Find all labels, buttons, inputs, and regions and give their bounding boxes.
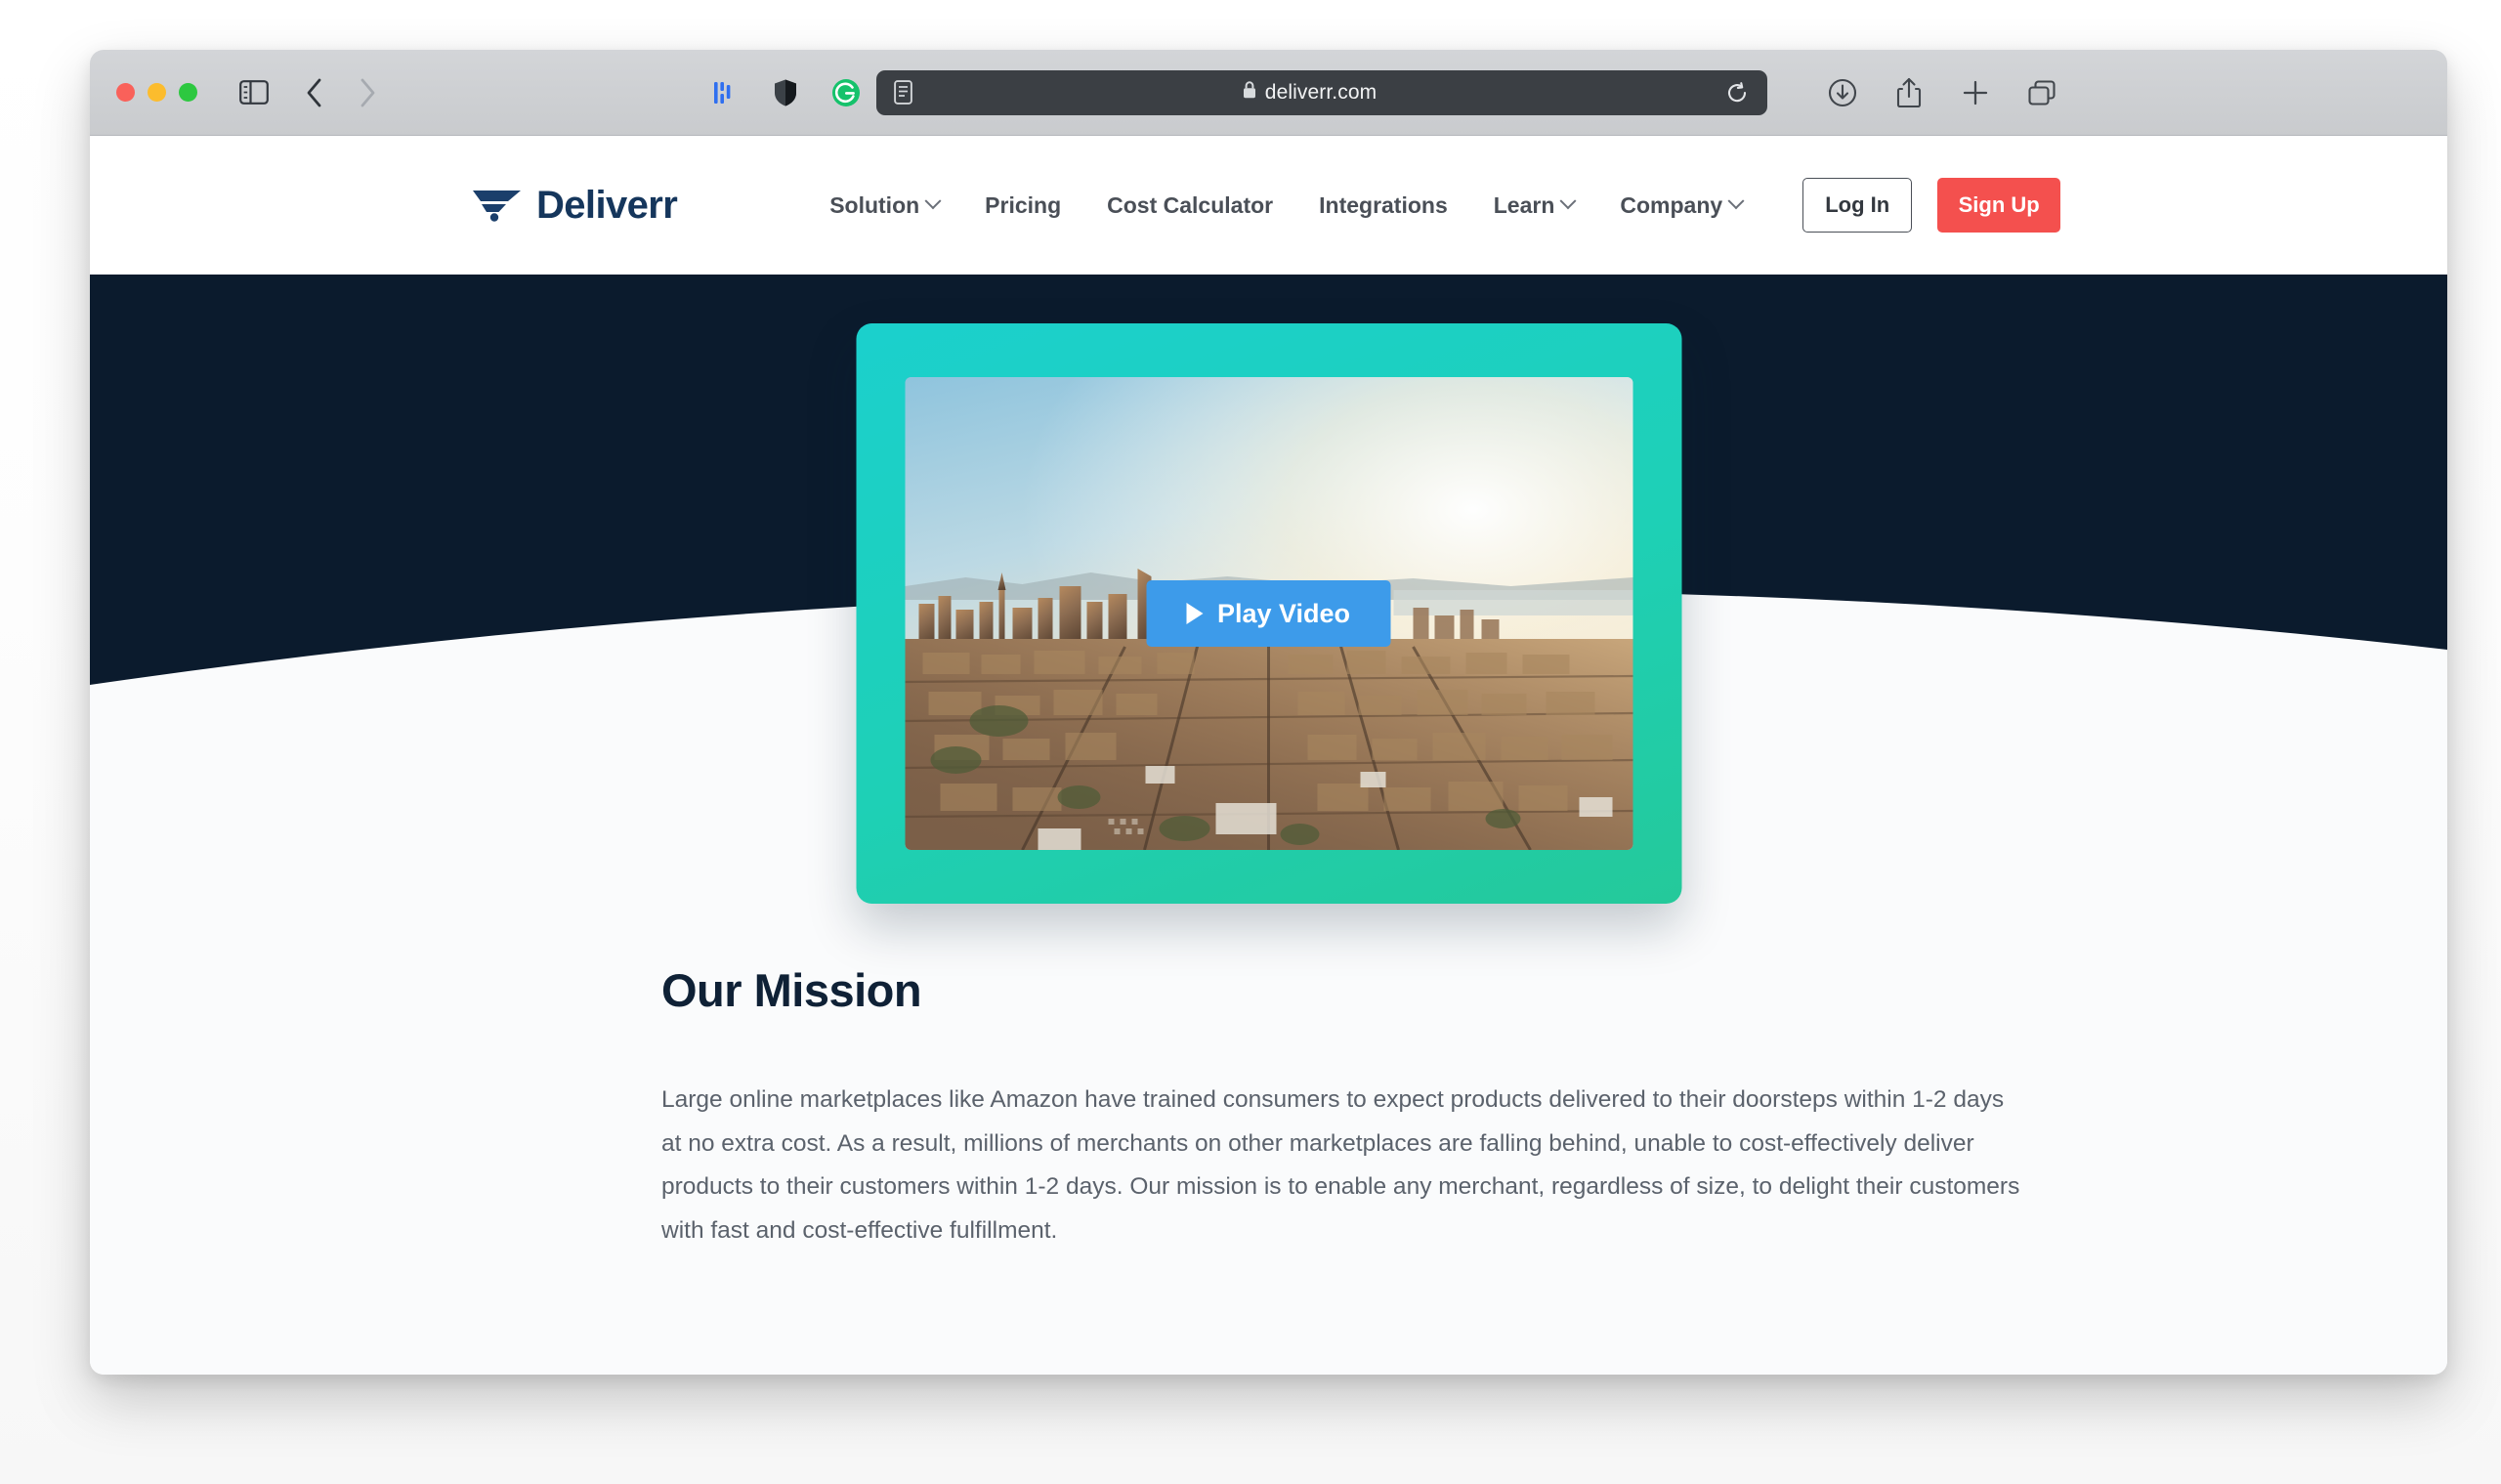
hero-section: Play Video: [90, 275, 2447, 904]
nav-label: Integrations: [1319, 191, 1448, 218]
address-bar[interactable]: deliverr.com: [876, 69, 1767, 115]
nav-item-pricing[interactable]: Pricing: [985, 192, 1061, 219]
maximize-window-button[interactable]: [179, 83, 197, 102]
url-text: deliverr.com: [1264, 80, 1378, 104]
window-controls: [116, 83, 197, 102]
honey-extension-icon[interactable]: [703, 71, 746, 114]
nav-label: Company: [1620, 191, 1723, 218]
chevron-down-icon: [924, 192, 942, 210]
chevron-right-icon: [346, 71, 389, 114]
nav-item-solution[interactable]: Solution: [829, 191, 942, 219]
chevron-down-icon: [1727, 192, 1745, 210]
login-button[interactable]: Log In: [1802, 178, 1913, 233]
shield-extension-icon[interactable]: [764, 71, 807, 114]
address-bar-content: deliverr.com: [900, 80, 1718, 105]
deliverr-logo[interactable]: Deliverr: [471, 183, 678, 228]
nav-item-integrations[interactable]: Integrations: [1319, 192, 1448, 219]
reload-icon[interactable]: [1718, 74, 1756, 111]
toolbar-right-icons: [1821, 71, 2063, 114]
nav-label: Solution: [829, 191, 920, 218]
navigation-arrows: [293, 71, 389, 114]
video-player-card[interactable]: Play Video: [856, 323, 1681, 904]
grammarly-extension-icon[interactable]: [825, 71, 868, 114]
nav-label: Pricing: [985, 191, 1062, 218]
sidebar-icon[interactable]: [233, 71, 276, 114]
new-tab-icon[interactable]: [1954, 71, 1997, 114]
nav-item-cost-calculator[interactable]: Cost Calculator: [1107, 192, 1273, 219]
chevron-left-icon[interactable]: [293, 71, 336, 114]
browser-toolbar: deliverr.com: [90, 50, 2447, 136]
tab-overview-icon[interactable]: [2020, 71, 2063, 114]
downloads-icon[interactable]: [1821, 71, 1864, 114]
logo-text: Deliverr: [536, 183, 678, 227]
signup-button[interactable]: Sign Up: [1937, 178, 2061, 233]
nav-item-company[interactable]: Company: [1620, 191, 1745, 219]
page-viewport: Deliverr Solution Pricing Cost Calculato…: [90, 136, 2447, 1375]
mission-section: Our Mission Large online marketplaces li…: [661, 963, 2029, 1252]
nav-label: Learn: [1493, 191, 1555, 218]
browser-extensions: [703, 71, 868, 114]
nav-item-learn[interactable]: Learn: [1493, 191, 1577, 219]
close-window-button[interactable]: [116, 83, 135, 102]
video-thumbnail[interactable]: Play Video: [905, 377, 1632, 850]
chevron-down-icon: [1559, 192, 1577, 210]
play-icon: [1186, 603, 1204, 624]
play-video-label: Play Video: [1216, 598, 1351, 628]
nav-label: Cost Calculator: [1107, 191, 1274, 218]
auth-buttons: Log In Sign Up: [1802, 178, 2061, 233]
site-header: Deliverr Solution Pricing Cost Calculato…: [90, 136, 2447, 275]
page-title: Our Mission: [661, 964, 922, 1016]
share-icon[interactable]: [1887, 71, 1930, 114]
mission-body-text: Large online marketplaces like Amazon ha…: [661, 1086, 2020, 1244]
lock-icon: [1242, 80, 1257, 105]
main-navigation: Solution Pricing Cost Calculator Integra…: [829, 191, 1745, 219]
play-video-button[interactable]: Play Video: [1146, 580, 1391, 647]
safari-browser-window: deliverr.com Deliverr Solution Pricing C…: [90, 50, 2447, 1375]
minimize-window-button[interactable]: [148, 83, 166, 102]
deliverr-mark-icon: [471, 184, 524, 228]
